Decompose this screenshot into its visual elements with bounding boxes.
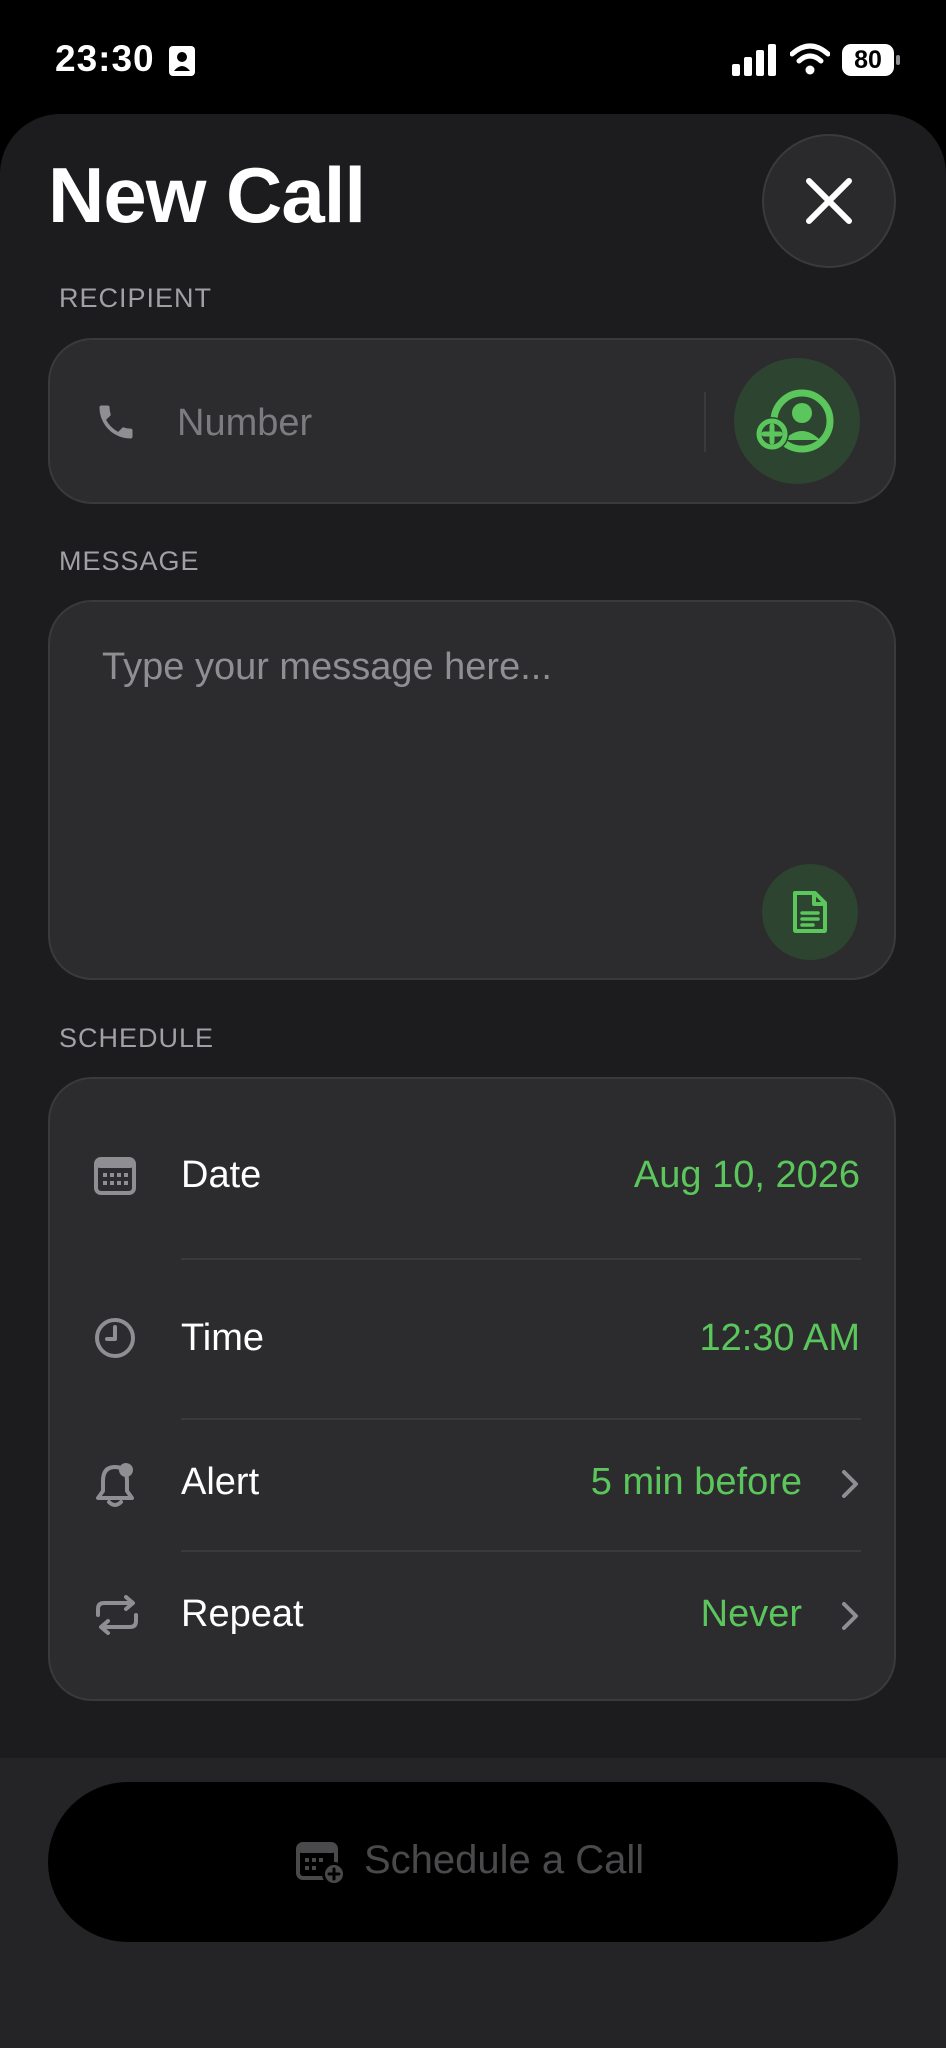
page-title: New Call [48,151,366,239]
message-input[interactable] [100,644,844,868]
schedule-call-button[interactable]: Schedule a Call [48,1782,898,1942]
recipient-section-label: RECIPIENT [59,283,213,313]
recipient-card [48,338,896,504]
add-contact-button[interactable] [734,358,860,484]
wifi-icon [790,43,830,75]
add-contact-icon [755,389,834,453]
repeat-value[interactable]: Never [701,1593,802,1636]
message-section-label: MESSAGE [59,546,200,576]
bell-icon [96,1463,134,1507]
clock-icon [95,1318,135,1358]
schedule-section-label: SCHEDULE [59,1023,215,1053]
alert-value[interactable]: 5 min before [591,1461,802,1504]
chevron-right-icon [842,1602,858,1630]
date-value[interactable]: Aug 10, 2026 [634,1154,860,1197]
number-input[interactable] [175,388,739,458]
date-label: Date [181,1154,262,1196]
time-value[interactable]: 12:30 AM [699,1317,860,1360]
battery-level: 80 [854,46,882,74]
close-button[interactable] [762,134,896,268]
document-icon [793,891,827,933]
alert-label: Alert [181,1461,260,1503]
chevron-right-icon [842,1470,858,1498]
phone-icon [99,405,133,439]
repeat-icon [96,1595,138,1635]
time-label: Time [181,1317,265,1359]
date-row[interactable]: Date Aug 10, 2026 [50,1079,898,1259]
input-divider [704,392,706,452]
repeat-row[interactable]: Repeat Never [50,1551,898,1701]
alert-row[interactable]: Alert 5 min before [50,1419,898,1551]
cellular-signal-icon [732,44,776,76]
time-row[interactable]: Time 12:30 AM [50,1259,898,1419]
close-icon [806,178,852,224]
status-bar: 23:30 80 [0,0,946,115]
status-time: 23:30 [55,38,155,79]
schedule-card: Date Aug 10, 2026 Time 12:30 AM Alert 5 … [48,1077,896,1701]
message-card [48,600,896,980]
calendar-add-icon [296,1842,346,1886]
repeat-label: Repeat [181,1593,304,1635]
schedule-call-label: Schedule a Call [364,1838,645,1882]
calendar-icon [94,1157,136,1195]
templates-button[interactable] [762,864,858,960]
contact-card-icon [169,46,195,76]
